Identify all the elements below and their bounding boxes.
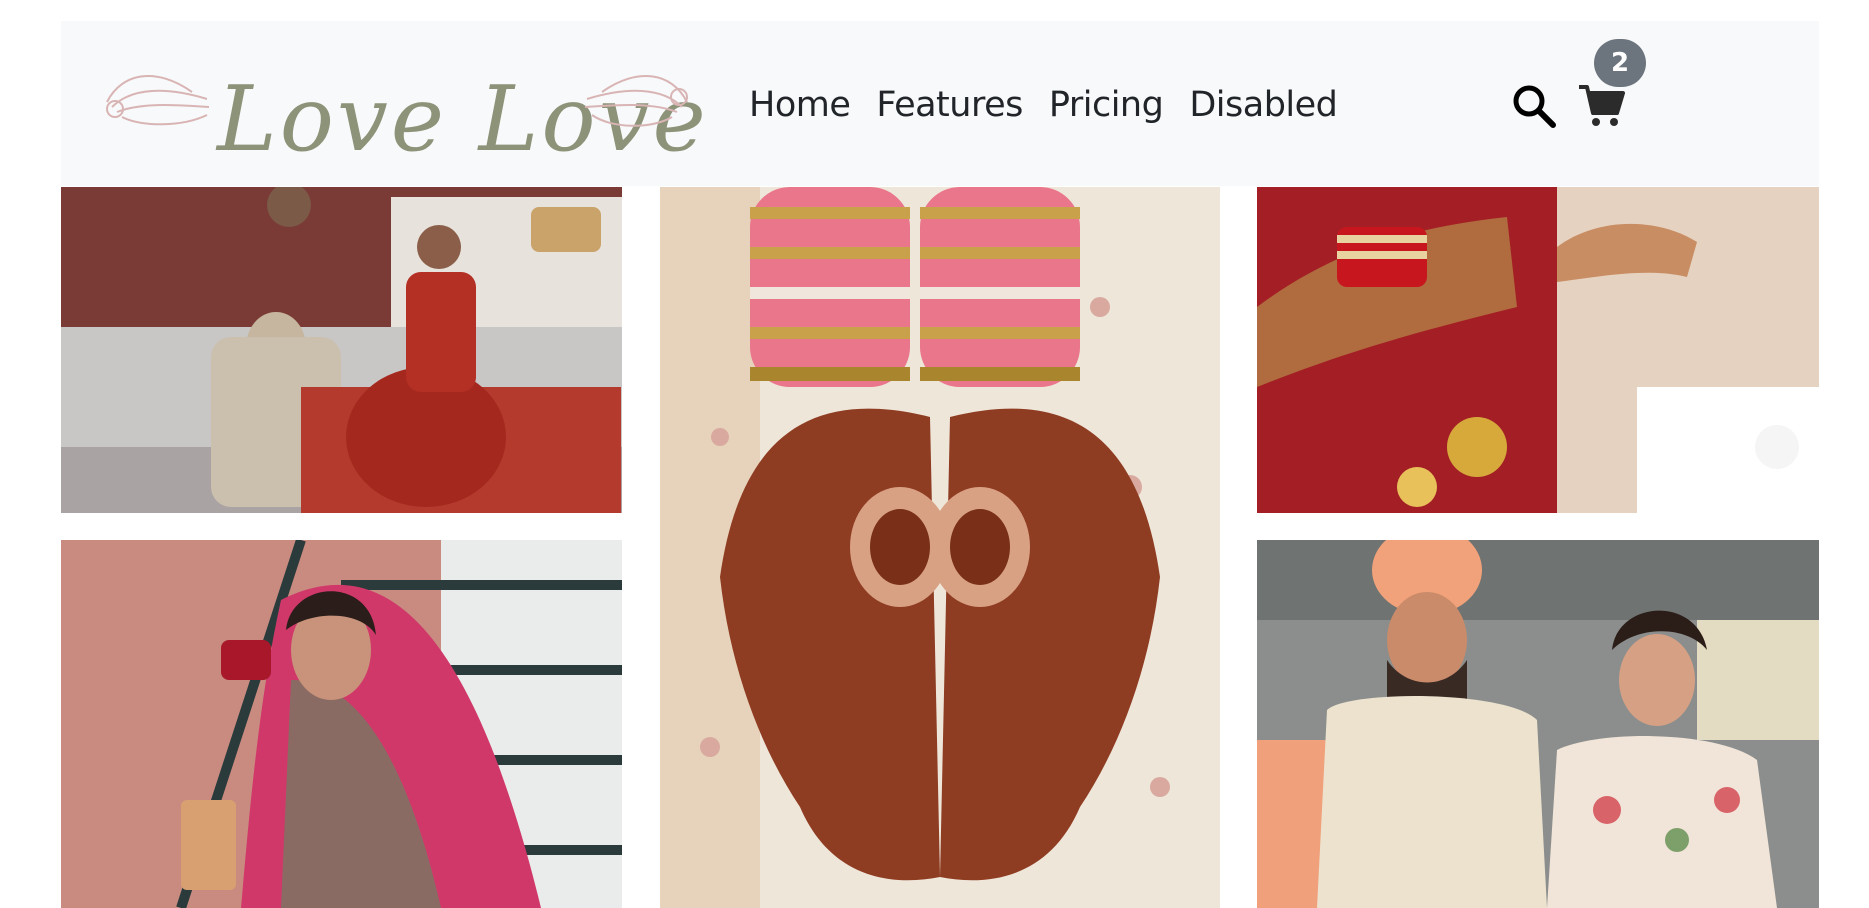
gallery-photo-couple-seated[interactable] [61,187,622,513]
couple-seated-image [61,187,622,513]
bride-stairs-image [61,540,622,908]
main-nav: Home Features Pricing Disabled [749,85,1338,125]
gallery-photo-bride-stairs[interactable] [61,540,622,908]
ceremony-hands-image [1257,187,1819,513]
nav-home[interactable]: Home [749,85,851,125]
left-ornament-icon [106,75,210,126]
nav-pricing[interactable]: Pricing [1049,85,1164,125]
cart-count-badge: 2 [1594,39,1646,87]
cart-icon[interactable] [1577,81,1625,129]
gallery-photo-ceremony-hands[interactable] [1257,187,1819,513]
right-ornament-icon [584,75,688,127]
brand-logo[interactable]: Love Love [97,57,706,185]
nav-features[interactable]: Features [876,85,1023,125]
couple-standing-image [1257,540,1819,908]
navbar: Love Love Home Features Pricing Disabled… [61,21,1819,186]
gallery-photo-couple-standing[interactable] [1257,540,1819,908]
nav-disabled[interactable]: Disabled [1189,85,1338,125]
search-icon[interactable] [1511,83,1557,129]
gallery-photo-henna-hands[interactable] [660,187,1220,908]
henna-hands-image [660,187,1220,908]
